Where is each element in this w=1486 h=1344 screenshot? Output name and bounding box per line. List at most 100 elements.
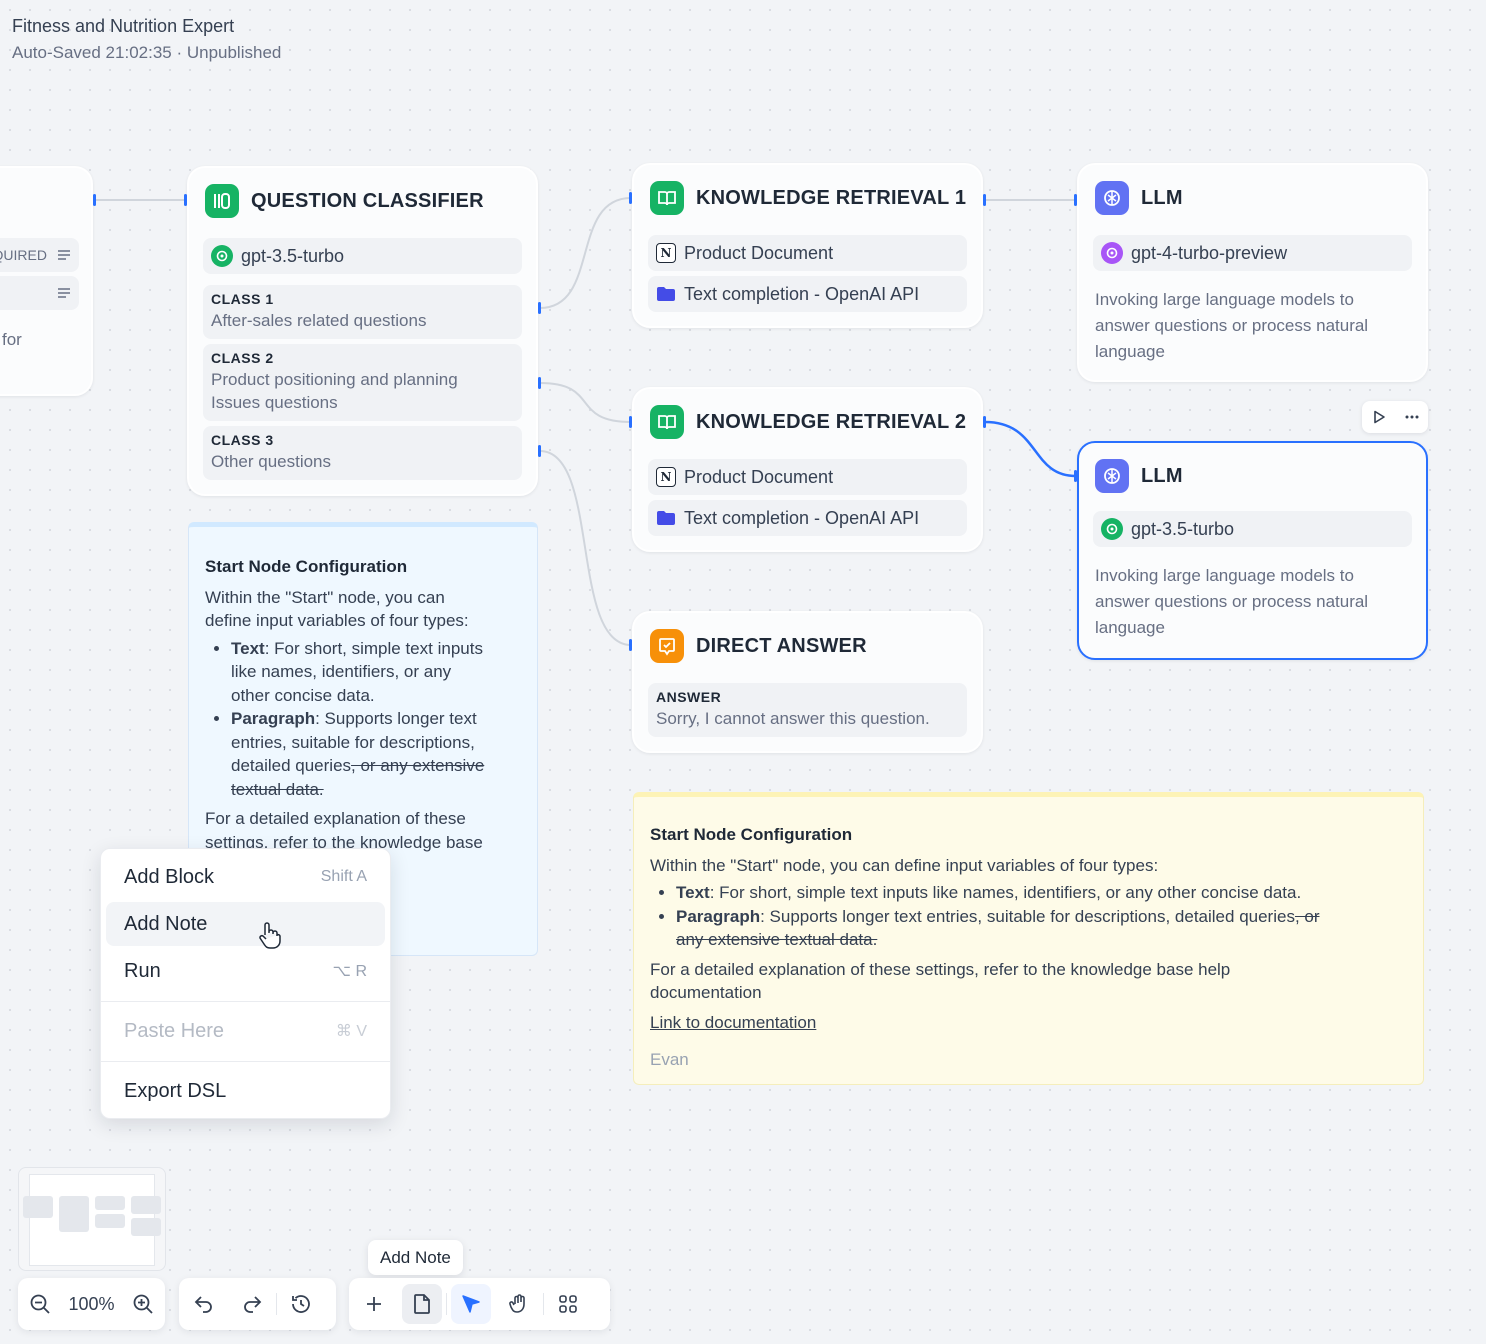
bullet-text: detailed queries (231, 756, 352, 775)
target-handle[interactable] (629, 416, 632, 428)
dataset-name: Text completion - OpenAI API (684, 507, 920, 528)
variable-row (0, 276, 79, 310)
dataset-item[interactable]: Text completion - OpenAI API (648, 500, 967, 536)
history-icon (292, 1295, 310, 1313)
bullet-text: like names, identifiers, or any (231, 662, 452, 681)
answer-bubble-icon (650, 629, 684, 663)
book-icon (650, 405, 684, 439)
struck-text: textual data. (231, 779, 324, 799)
llm-1-node[interactable]: LLM gpt-4-turbo-preview Invoking large l… (1077, 163, 1428, 382)
menu-item-label: Run (124, 959, 161, 982)
knowledge-retrieval-1-node[interactable]: KNOWLEDGE RETRIEVAL 1 N Product Document… (632, 163, 983, 328)
play-icon[interactable] (1371, 409, 1387, 425)
dataset-item[interactable]: N Product Document (648, 459, 967, 495)
struck-text: any extensive textual data. (676, 930, 878, 949)
model-name: gpt-3.5-turbo (241, 245, 345, 266)
note-author: Evan (650, 1050, 689, 1069)
menu-item-add-note[interactable]: Add Note (106, 902, 385, 946)
class1-handle[interactable] (538, 302, 541, 314)
node-title: QUESTION CLASSIFIER (251, 189, 484, 212)
node-action-bar (1362, 401, 1428, 433)
zoom-in-button[interactable] (125, 1284, 161, 1324)
hand-mode-button[interactable] (499, 1284, 539, 1324)
minimap[interactable] (18, 1167, 166, 1271)
add-note-button[interactable] (402, 1284, 442, 1324)
note-line: For a detailed explanation of these (205, 809, 466, 828)
note-yellow[interactable]: Start Node Configuration Within the "Sta… (633, 792, 1424, 1085)
brain-icon (1095, 181, 1129, 215)
class-text-line: Product positioning and planning (211, 370, 458, 389)
model-selector[interactable]: gpt-3.5-turbo (203, 238, 522, 274)
note-list-item: Paragraph: Supports longer text entries,… (676, 905, 1407, 952)
dataset-item[interactable]: N Product Document (648, 235, 967, 271)
bullet-term: Text (676, 883, 710, 902)
source-handle[interactable] (93, 194, 96, 206)
zoom-out-button[interactable] (22, 1284, 58, 1324)
target-handle[interactable] (1074, 470, 1077, 482)
model-selector[interactable]: gpt-4-turbo-preview (1093, 235, 1412, 271)
menu-item-label: Add Block (124, 865, 215, 888)
zoom-level[interactable]: 100% (68, 1294, 114, 1315)
openai-icon (1101, 242, 1123, 264)
menu-divider (101, 1001, 390, 1002)
openai-icon (211, 245, 233, 267)
more-icon[interactable] (1404, 409, 1420, 425)
plus-icon (367, 1297, 381, 1311)
class2-handle[interactable] (538, 377, 541, 389)
minimap-node (95, 1196, 125, 1210)
description-line: language (1095, 342, 1165, 361)
menu-shortcut: Shift A (320, 868, 367, 885)
class-text: Product positioning and planning Issues q… (211, 368, 514, 414)
menu-item-add-block[interactable]: Add Block Shift A (106, 855, 385, 899)
answer-text: Sorry, I cannot answer this question. (656, 709, 930, 728)
target-handle[interactable] (1074, 194, 1077, 206)
question-classifier-node[interactable]: QUESTION CLASSIFIER gpt-3.5-turbo CLASS … (187, 166, 538, 496)
target-handle[interactable] (629, 192, 632, 204)
answer-box[interactable]: ANSWER Sorry, I cannot answer this quest… (648, 683, 967, 737)
edge-class3-answer (539, 450, 632, 646)
note-intro: Within the "Start" node, you can define … (650, 855, 1159, 875)
menu-item-label: Export DSL (124, 1079, 227, 1102)
node-title: KNOWLEDGE RETRIEVAL 1 (696, 186, 967, 209)
direct-answer-node[interactable]: DIRECT ANSWER ANSWER Sorry, I cannot ans… (632, 611, 983, 753)
bullet-text: : For short, simple text inputs like nam… (709, 883, 1302, 902)
note-list-item: Paragraph: Supports longer text entries, … (231, 707, 521, 801)
history-button[interactable] (281, 1284, 321, 1324)
class-item[interactable]: CLASS 3 Other questions (203, 426, 522, 480)
class-label: CLASS 3 (211, 432, 274, 448)
target-handle[interactable] (629, 639, 632, 651)
class-item[interactable]: CLASS 1 After-sales related questions (203, 285, 522, 339)
class-label: CLASS 2 (211, 350, 274, 366)
toolbar-divider (276, 1293, 277, 1315)
node-title: DIRECT ANSWER (696, 634, 867, 657)
description-line: Invoking large language models to (1095, 290, 1354, 309)
model-selector[interactable]: gpt-3.5-turbo (1093, 511, 1412, 547)
menu-item-paste-here[interactable]: Paste Here ⌘ V (106, 1009, 385, 1053)
source-handle[interactable] (983, 194, 986, 206)
start-node-partial[interactable]: QUIRED for (0, 166, 93, 396)
source-handle[interactable] (983, 416, 986, 428)
pointer-mode-button[interactable] (451, 1284, 491, 1324)
toolbar-divider (446, 1293, 447, 1315)
description-line: answer questions or process natural (1095, 592, 1369, 611)
redo-button[interactable] (232, 1284, 272, 1324)
knowledge-retrieval-2-node[interactable]: KNOWLEDGE RETRIEVAL 2 N Product Document… (632, 387, 983, 552)
text-lines-icon (58, 250, 70, 260)
organize-button[interactable] (548, 1284, 588, 1324)
undo-button[interactable] (184, 1284, 224, 1324)
class3-handle[interactable] (538, 445, 541, 457)
target-handle[interactable] (184, 194, 187, 206)
book-icon (650, 181, 684, 215)
classifier-icon (205, 184, 239, 218)
minimap-node (131, 1218, 161, 1236)
node-header: DIRECT ANSWER (650, 629, 867, 663)
class-item[interactable]: CLASS 2 Product positioning and planning… (203, 344, 522, 421)
bullet-text: : Supports longer text entries, suitable… (760, 906, 1295, 926)
menu-item-run[interactable]: Run ⌥ R (106, 949, 385, 993)
menu-item-export-dsl[interactable]: Export DSL (106, 1069, 385, 1113)
llm-2-node[interactable]: LLM gpt-3.5-turbo Invoking large languag… (1077, 441, 1428, 660)
documentation-link[interactable]: Link to documentation (650, 1011, 816, 1035)
dataset-item[interactable]: Text completion - OpenAI API (648, 276, 967, 312)
zoom-toolbar: 100% (18, 1278, 165, 1330)
add-block-button[interactable] (354, 1284, 394, 1324)
